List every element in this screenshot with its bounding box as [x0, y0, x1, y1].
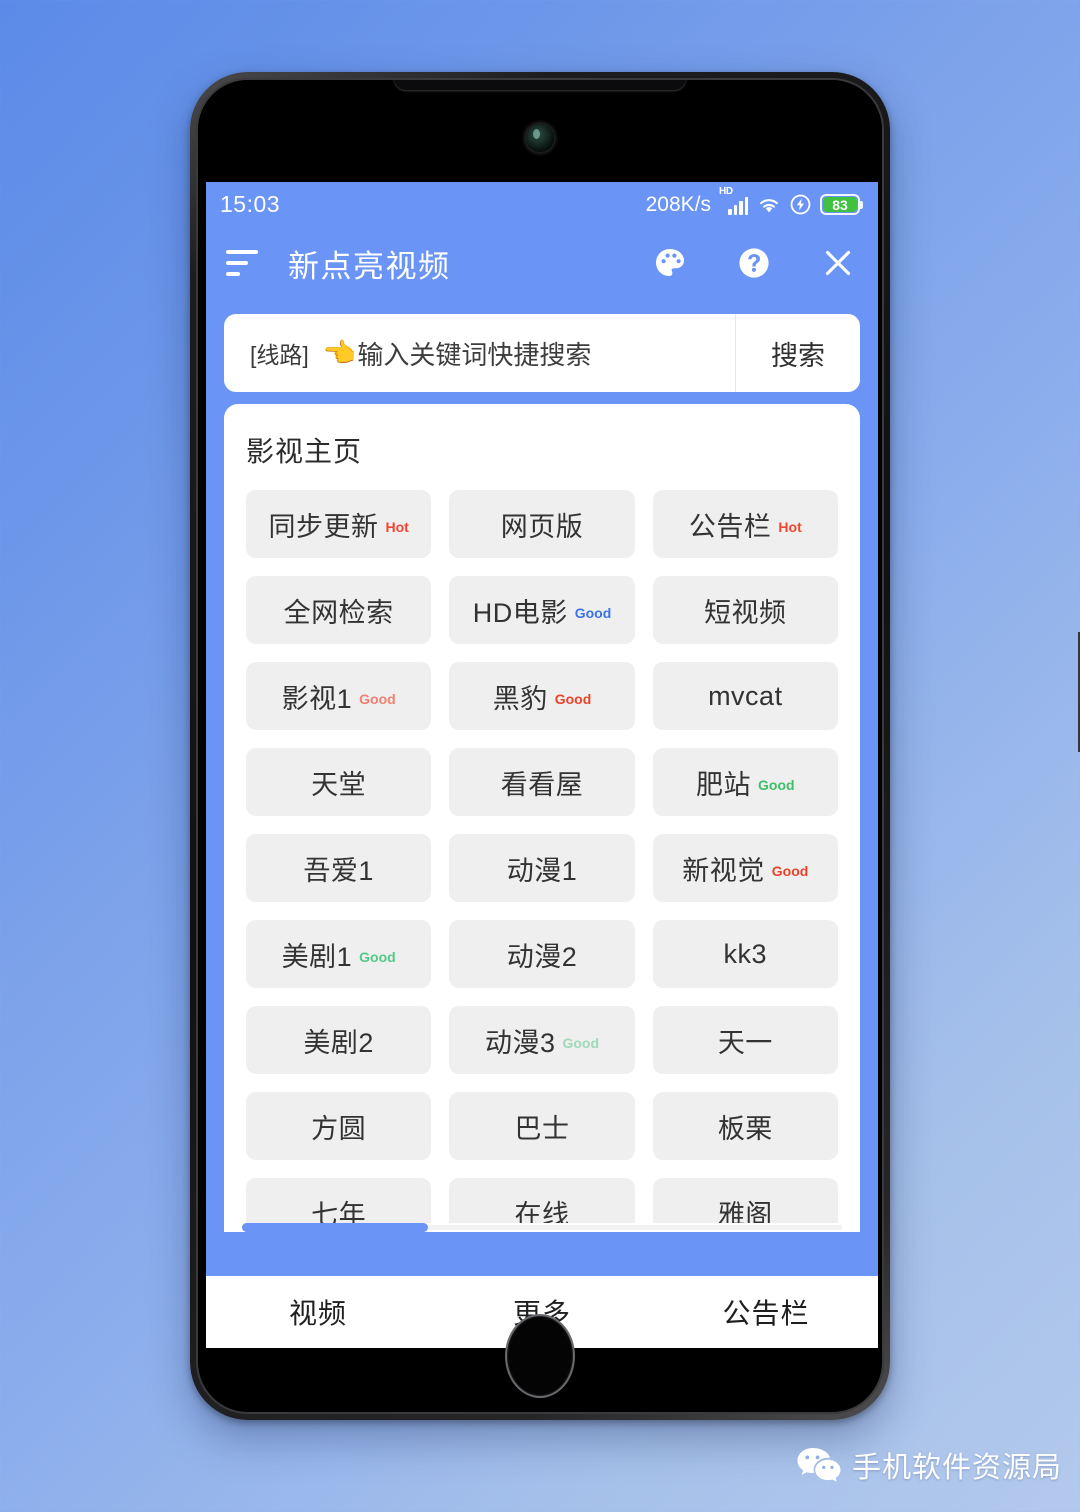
site-tile-badge: Good — [758, 777, 795, 793]
hd-label: HD — [719, 186, 733, 197]
content-card: 影视主页 同步更新 Hot 网页版 公告栏 Hot 全网检索 HD电影 Good 短视频影视1 G… — [224, 404, 860, 1232]
site-tile[interactable]: 黑豹 Good — [449, 662, 635, 730]
site-tile-label: 天堂 — [311, 769, 367, 800]
site-tile[interactable]: 看看屋 — [449, 748, 635, 816]
site-tile[interactable]: 影视1 Good — [246, 662, 432, 730]
site-tile-label: mvcat — [708, 680, 783, 711]
battery-icon: 83 — [820, 194, 863, 215]
site-tile[interactable]: 短视频 — [652, 576, 838, 644]
site-tile[interactable]: 吾爱1 — [246, 834, 432, 902]
signal-bars-glyph — [728, 197, 748, 215]
app-screen: 15:03 208K/s HD 83 新点亮视频 [线路] 👈 输入关键词快捷搜… — [206, 182, 878, 1348]
signal-bars-icon: HD — [719, 187, 748, 215]
site-tile-label: 吾爱1 — [303, 855, 374, 886]
site-tile-badge: Hot — [778, 519, 802, 535]
site-tile-badge: Good — [359, 691, 396, 707]
site-tile-label: 巴士 — [514, 1113, 570, 1144]
site-tile-badge: Hot — [385, 519, 409, 535]
site-tile-label: 新视觉 — [682, 855, 765, 886]
site-tile-label: 全网检索 — [283, 597, 394, 628]
wifi-icon — [760, 199, 778, 213]
site-tile-label: HD电影 — [472, 597, 568, 628]
site-tile-label: 肥站 — [696, 769, 752, 800]
app-bar-actions — [652, 245, 856, 281]
site-tile-label: 美剧2 — [303, 1027, 374, 1058]
site-tile-label: 方圆 — [311, 1113, 367, 1144]
horizontal-scrollbar[interactable] — [242, 1223, 842, 1232]
network-speed-label: 208K/s — [645, 193, 711, 216]
site-tile-label: 短视频 — [704, 597, 787, 628]
site-tile[interactable]: 动漫3 Good — [449, 1006, 635, 1074]
site-tile[interactable]: HD电影 Good — [449, 576, 635, 644]
site-tile-badge: Good — [562, 1035, 600, 1051]
site-tile-label: 动漫2 — [506, 941, 578, 972]
site-tile[interactable]: 公告栏 Hot — [652, 490, 838, 558]
phone-screen-bezel: 15:03 208K/s HD 83 新点亮视频 [线路] 👈 输入关键词快捷搜… — [196, 78, 884, 1414]
earpiece-notch — [394, 80, 686, 90]
site-tile[interactable]: 全网检索 — [246, 576, 432, 644]
route-label: [线路] — [250, 342, 309, 368]
status-bar: 15:03 208K/s HD 83 — [206, 182, 878, 226]
site-tile-badge: Good — [359, 949, 396, 965]
search-button[interactable]: 搜索 — [735, 314, 860, 392]
site-tile[interactable]: 同步更新 Hot — [246, 490, 432, 558]
site-tile[interactable]: 肥站 Good — [652, 748, 838, 816]
site-tile[interactable]: 美剧1 Good — [246, 920, 432, 988]
search-placeholder-text: 输入关键词快捷搜索 — [357, 339, 592, 370]
search-input[interactable]: [线路] 👈 输入关键词快捷搜索 — [224, 314, 735, 392]
site-tile-badge: Good — [554, 691, 592, 707]
app-title: 新点亮视频 — [288, 248, 451, 284]
bottom-nav-item[interactable]: 视频 — [206, 1292, 430, 1332]
site-tile-label: 天一 — [717, 1027, 773, 1058]
menu-lines-icon[interactable] — [226, 250, 260, 276]
wechat-icon — [797, 1448, 841, 1482]
front-camera-icon — [526, 124, 554, 152]
site-tile-label: kk3 — [723, 938, 768, 969]
palette-icon[interactable] — [652, 245, 688, 281]
site-tile-label: 黑豹 — [492, 683, 548, 714]
phone-device-frame: 15:03 208K/s HD 83 新点亮视频 [线路] 👈 输入关键词快捷搜… — [190, 72, 1080, 1420]
site-tile-label: 板栗 — [717, 1113, 773, 1144]
pointing-hand-icon: 👈 — [322, 338, 357, 368]
app-bar: 新点亮视频 — [206, 226, 878, 300]
battery-percent-label: 83 — [832, 196, 848, 213]
site-tile-label: 公告栏 — [688, 511, 772, 542]
site-tile[interactable]: 新视觉 Good — [652, 834, 838, 902]
charging-bolt-icon — [790, 194, 811, 215]
section-title: 影视主页 — [246, 436, 363, 467]
site-tile-label: 动漫3 — [484, 1027, 556, 1058]
scrollbar-thumb[interactable] — [242, 1223, 428, 1232]
top-bezel — [198, 80, 882, 182]
site-tile-badge: Good — [574, 605, 612, 621]
site-tile[interactable]: 方圆 — [246, 1092, 432, 1160]
site-tile[interactable]: mvcat — [652, 662, 838, 730]
status-indicators: 208K/s HD 83 — [645, 187, 863, 216]
site-tile[interactable]: 板栗 — [652, 1092, 838, 1160]
site-tile-label: 美剧1 — [281, 941, 353, 972]
site-tile[interactable]: 美剧2 — [246, 1006, 432, 1074]
site-tile[interactable]: 天堂 — [246, 748, 432, 816]
site-tile-grid: 同步更新 Hot 网页版 公告栏 Hot 全网检索 HD电影 Good 短视频 影视1 Good 黑豹… — [246, 490, 838, 1232]
site-tile-label: 网页版 — [500, 511, 584, 542]
status-clock: 15:03 — [220, 190, 281, 217]
close-x-icon[interactable] — [820, 245, 856, 281]
search-placeholder-wrap: 👈 输入关键词快捷搜索 — [323, 335, 592, 372]
site-tile[interactable]: kk3 — [652, 920, 838, 988]
site-tile-label: 同步更新 — [268, 511, 379, 542]
question-circle-icon[interactable] — [736, 245, 772, 281]
search-bar: [线路] 👈 输入关键词快捷搜索 搜索 — [224, 314, 860, 392]
bottom-nav-item[interactable]: 公告栏 — [654, 1292, 878, 1332]
watermark-text: 手机软件资源局 — [851, 1452, 1062, 1484]
site-tile[interactable]: 巴士 — [449, 1092, 635, 1160]
site-tile[interactable]: 网页版 — [449, 490, 635, 558]
site-tile[interactable]: 动漫2 — [449, 920, 635, 988]
home-button[interactable] — [505, 1314, 575, 1398]
site-tile-badge: Good — [771, 863, 809, 879]
site-tile-label: 看看屋 — [500, 769, 584, 800]
watermark: 手机软件资源局 — [796, 1444, 1062, 1486]
site-tile[interactable]: 动漫1 — [449, 834, 635, 902]
site-tile[interactable]: 天一 — [652, 1006, 838, 1074]
site-tile-label: 动漫1 — [506, 855, 578, 886]
site-tile-label: 影视1 — [281, 683, 353, 714]
